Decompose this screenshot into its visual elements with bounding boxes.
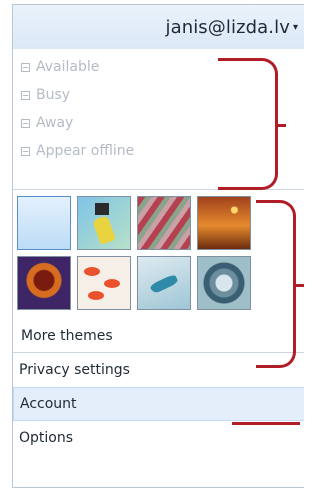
- theme-thumbnail[interactable]: [137, 256, 191, 310]
- chevron-down-icon[interactable]: ▾: [293, 22, 298, 33]
- status-icon: [21, 90, 30, 100]
- status-icon: [21, 62, 30, 72]
- theme-thumbnail[interactable]: [77, 256, 131, 310]
- annotation-bracket-status: [218, 58, 286, 190]
- theme-fish: [88, 291, 104, 300]
- annotation-pointer-account: [232, 422, 300, 425]
- status-label: Appear offline: [36, 143, 135, 159]
- status-label: Away: [36, 115, 74, 131]
- theme-thumbnail[interactable]: [17, 196, 71, 250]
- theme-thumbnail[interactable]: [197, 196, 251, 250]
- status-icon: [21, 118, 30, 128]
- theme-thumbnail[interactable]: [17, 256, 71, 310]
- status-icon: [21, 146, 30, 156]
- account-name[interactable]: janis@lizda.lv: [165, 17, 290, 38]
- theme-fish: [104, 279, 120, 288]
- theme-hat: [95, 203, 109, 215]
- options-item[interactable]: Options: [13, 421, 304, 455]
- theme-fish: [84, 267, 100, 276]
- status-label: Busy: [36, 87, 71, 103]
- theme-thumbnail[interactable]: [137, 196, 191, 250]
- status-label: Available: [36, 59, 100, 75]
- theme-bird: [149, 273, 179, 295]
- annotation-bracket-themes: [256, 200, 304, 368]
- annotation-tip: [294, 284, 304, 287]
- account-header[interactable]: janis@lizda.lv ▾: [13, 5, 304, 49]
- annotation-tip: [276, 124, 286, 127]
- account-item[interactable]: Account: [13, 387, 304, 421]
- theme-thumbnail[interactable]: [197, 256, 251, 310]
- theme-figure: [92, 215, 116, 245]
- theme-thumbnail[interactable]: [77, 196, 131, 250]
